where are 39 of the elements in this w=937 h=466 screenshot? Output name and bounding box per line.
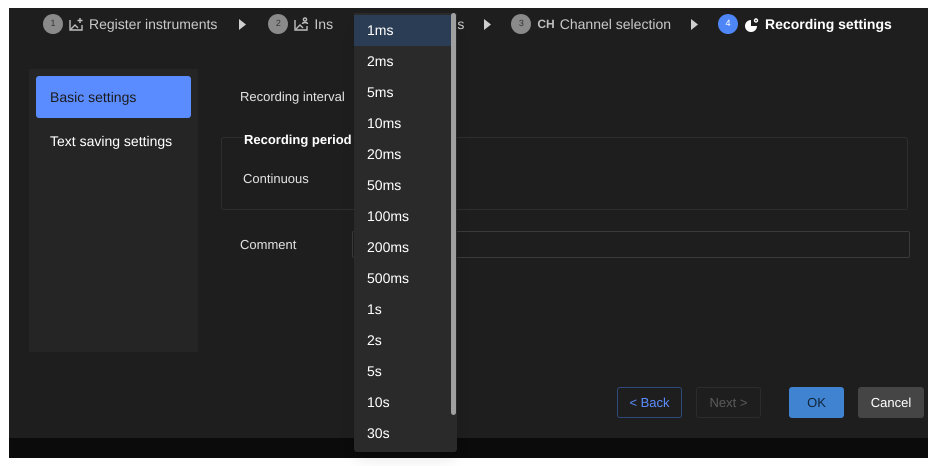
dropdown-option[interactable]: 50ms <box>354 170 451 201</box>
period-value: Continuous <box>243 170 309 188</box>
step-label[interactable]: Register instruments <box>89 14 218 34</box>
dropdown-option[interactable]: 10ms <box>354 108 451 139</box>
step-label[interactable]: Ins <box>314 14 334 34</box>
dropdown-option[interactable]: 10s <box>354 387 451 418</box>
dropdown-option[interactable]: 500ms <box>354 263 451 294</box>
dropdown-option[interactable]: 1s <box>354 294 451 325</box>
step-number: 3 <box>511 14 532 34</box>
dropdown-option[interactable]: 100ms <box>354 201 451 232</box>
step-number: 2 <box>268 14 288 34</box>
dropdown-option[interactable]: 200ms <box>354 232 451 263</box>
dropdown-option[interactable]: 1ms <box>354 15 451 46</box>
dropdown-option[interactable]: 20ms <box>354 139 451 170</box>
step-label[interactable]: Channel selection <box>560 14 672 34</box>
field-label: Recording interval <box>240 88 345 106</box>
scrollbar[interactable] <box>451 13 456 415</box>
step-number: 1 <box>43 14 63 34</box>
dialog-button[interactable]: Cancel <box>858 387 924 418</box>
caret-right-icon <box>239 18 246 30</box>
dropdown-option[interactable]: 2ms <box>354 46 451 77</box>
field-label: Comment <box>239 236 298 254</box>
dialog-button[interactable]: < Back <box>617 387 682 418</box>
sidebar-item[interactable]: Basic settings <box>36 76 191 118</box>
image-plus-icon <box>69 17 84 31</box>
caret-right-icon <box>484 18 492 30</box>
dropdown-option[interactable]: 30s <box>354 418 451 449</box>
step-label[interactable]: Recording settings <box>765 14 892 34</box>
step-number: 4 <box>718 14 738 34</box>
dropdown-option[interactable]: 5ms <box>354 77 451 108</box>
pie-gear-icon <box>744 16 760 32</box>
image-person-icon <box>294 17 310 31</box>
dropdown-option[interactable]: 2s <box>354 325 451 356</box>
sidebar-item[interactable]: Text saving settings <box>36 120 191 162</box>
channel-icon: CH <box>537 15 555 33</box>
dropdown-option[interactable]: 5s <box>354 356 451 387</box>
dialog-button[interactable]: OK <box>789 387 844 418</box>
step-label[interactable]: s <box>457 14 464 34</box>
caret-right-icon <box>691 18 698 30</box>
